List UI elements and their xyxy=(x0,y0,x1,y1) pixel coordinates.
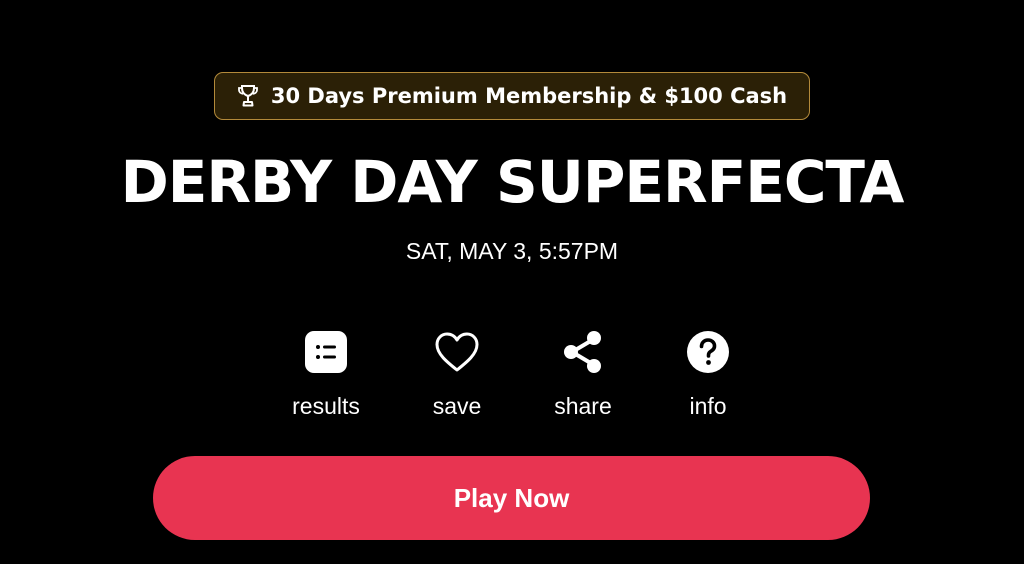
play-now-button[interactable]: Play Now xyxy=(153,456,870,540)
contest-page: 30 Days Premium Membership & $100 Cash D… xyxy=(0,0,1024,564)
results-label: results xyxy=(292,393,360,419)
share-icon xyxy=(559,328,607,376)
prize-badge: 30 Days Premium Membership & $100 Cash xyxy=(214,72,810,120)
share-button[interactable]: share xyxy=(523,328,643,420)
info-button[interactable]: info xyxy=(648,328,768,420)
trophy-icon xyxy=(237,84,259,108)
save-label: save xyxy=(432,393,482,419)
info-label: info xyxy=(689,393,727,419)
event-title: DERBY DAY SUPERFECTA xyxy=(120,148,905,216)
share-label: share xyxy=(554,393,612,419)
results-list-icon xyxy=(302,328,350,376)
prize-text: 30 Days Premium Membership & $100 Cash xyxy=(270,84,788,108)
save-button[interactable]: save xyxy=(397,328,517,420)
heart-icon xyxy=(433,328,481,376)
event-datetime: SAT, MAY 3, 5:57PM xyxy=(405,238,619,264)
results-button[interactable]: results xyxy=(266,328,386,420)
help-circle-icon xyxy=(684,328,732,376)
